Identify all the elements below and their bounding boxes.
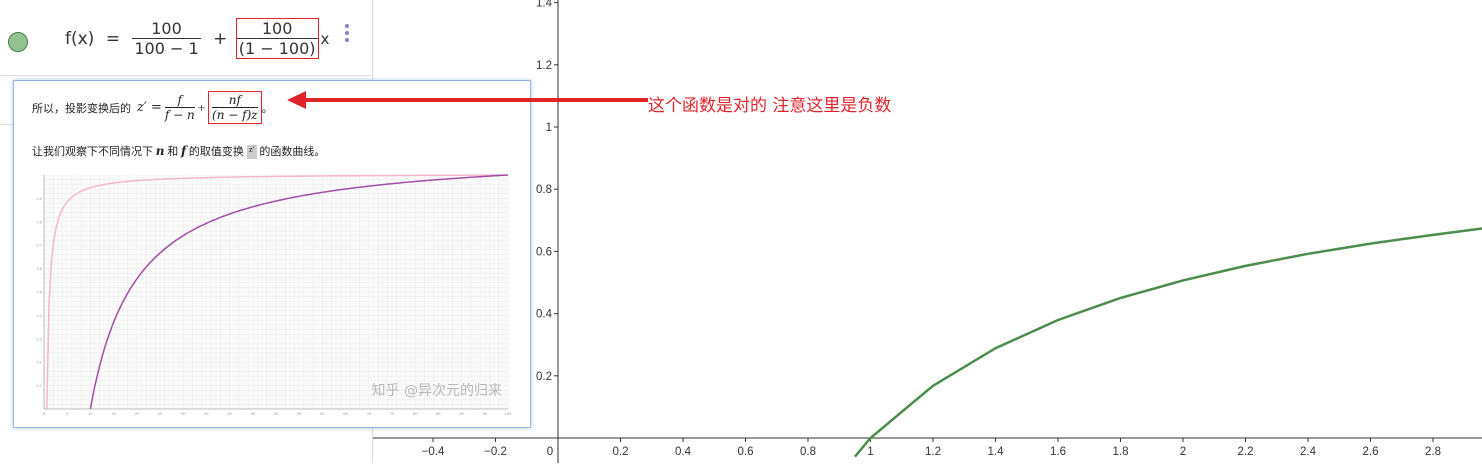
x-tick-label: 0 (547, 446, 553, 458)
equals-sign: = (105, 28, 120, 49)
algebra-row-f[interactable]: f(x) = 100 100 − 1 + 100 (1 − 100) x (0, 0, 372, 76)
popup-x-tick: 50 (274, 411, 279, 415)
popup-x-tick: 35 (204, 411, 209, 415)
popup-line1-prefix: 所以，投影变换后的 (32, 102, 131, 115)
popup-x-tick: 95 (483, 411, 488, 415)
popup-x-tick: 85 (436, 411, 441, 415)
popup-x-tick: 30 (181, 411, 186, 415)
popup-x-tick: 80 (413, 411, 418, 415)
function-curve (853, 227, 1482, 458)
popup-x-tick: 70 (367, 411, 372, 415)
popup-z-icon: z′ (246, 145, 257, 160)
fraction-1-denominator: 100 − 1 (132, 38, 201, 58)
fraction-1: 100 100 − 1 (132, 19, 201, 58)
popup-fraction-b: nf (n − f)z (212, 93, 258, 122)
fraction-1-numerator: 100 (151, 19, 182, 38)
x-tick-label: −0.4 (422, 446, 445, 458)
x-tick-label: 1 (867, 446, 873, 458)
y-tick-label: 1.2 (536, 60, 552, 72)
y-tick-label: 0.4 (536, 309, 553, 321)
more-options-icon[interactable] (344, 24, 350, 42)
popup-x-tick: 15 (111, 411, 116, 415)
popup-x-tick: 55 (297, 411, 302, 415)
popup-line2-c: 的函数曲线。 (259, 146, 326, 158)
popup-fraction-a-den: f − n (164, 107, 195, 122)
fraction-2-numerator: 100 (261, 19, 293, 38)
popup-chart: 0 5 10 15 20 25 30 35 40 45 50 55 60 65 70 75 80 85 90 95 10… (36, 174, 512, 415)
x-tick-label: 0.6 (738, 446, 754, 458)
y-tick-label: 0.6 (536, 246, 552, 258)
popup-x-tick: 0 (43, 411, 46, 415)
popup-watermark: 知乎 @异次元的归来 (372, 382, 502, 399)
function-definition[interactable]: f(x) = 100 100 − 1 + 100 (1 − 100) x (62, 18, 332, 59)
popup-x-tick: 45 (251, 411, 256, 415)
x-tick-label: 0.2 (613, 446, 629, 458)
popup-fraction-b-num: nf (228, 93, 241, 107)
popup-y-tick: 0.2 (36, 360, 42, 365)
popup-x-tick: 40 (227, 411, 232, 415)
x-tick-label: 2 (1180, 446, 1186, 458)
popup-line2-and: 和 (167, 146, 179, 158)
popup-line-2: 让我们观察下不同情况下 n 和 f 的取值变换 z′ 的函数曲线。 (32, 143, 326, 160)
x-tick-label: 0.8 (800, 446, 816, 458)
fraction-2-denominator: (1 − 100) (236, 38, 318, 58)
popup-y-tick: 0.4 (36, 313, 42, 318)
y-tick-label: 0.8 (536, 184, 552, 196)
popup-y-tick: 0.3 (36, 336, 42, 341)
popup-y-tick: 0.8 (36, 219, 42, 224)
popup-y-tick: 0.7 (36, 243, 42, 248)
plus-sign: + (213, 28, 228, 49)
popup-y-tick: 0.5 (36, 290, 42, 295)
y-tick-label: 0.2 (536, 371, 552, 383)
popup-x-tick: 100 (505, 411, 512, 415)
popup-x-tick: 25 (158, 411, 163, 415)
visibility-toggle-icon[interactable] (8, 32, 28, 52)
x-tick-label: 1.2 (925, 446, 941, 458)
popup-fraction-a-num: f (177, 93, 182, 107)
x-tick-label: 1.8 (1113, 446, 1129, 458)
popup-x-tick: 65 (343, 411, 348, 415)
popup-highlight-box: nf (n − f)z (208, 91, 262, 124)
popup-line-1: 所以，投影变换后的 z′ = f f − n + nf (n − f)z 。 (32, 91, 273, 124)
popup-x-tick: 10 (88, 411, 93, 415)
popup-z-prime: z′ = (137, 100, 162, 115)
x-tick-label: 0.4 (675, 446, 692, 458)
function-name: f(x) (65, 28, 95, 49)
x-tick-label: 2.8 (1425, 446, 1441, 458)
x-tick-label: 2.2 (1238, 446, 1254, 458)
popup-fraction-b-den: (n − f)z (212, 107, 258, 122)
popup-x-tick: 75 (390, 411, 395, 415)
x-tick-label: 2.6 (1363, 446, 1379, 458)
popup-y-tick: 0.1 (36, 383, 42, 388)
popup-plus: + (197, 99, 206, 115)
x-tick-label: 1.4 (988, 446, 1005, 458)
popup-line2-n: n (155, 144, 165, 158)
x-tick-label: 2.4 (1300, 446, 1317, 458)
highlight-box: 100 (1 − 100) (235, 18, 319, 59)
popup-line2-a: 让我们观察下不同情况下 (32, 146, 153, 158)
annotation-text: 这个函数是对的 注意这里是负数 (648, 96, 892, 116)
reference-image-popup: 所以，投影变换后的 z′ = f f − n + nf (n − f)z 。 让… (13, 80, 531, 428)
function-graph[interactable]: −0.4 −0.2 0 0.2 0.4 0.6 0.8 1 1.2 1.4 1.6 1.8 2 2.2 2.… (372, 0, 1482, 463)
variable-x: x (320, 29, 330, 48)
x-tick-label: 1.6 (1050, 446, 1066, 458)
popup-line1-end: 。 (261, 102, 273, 115)
y-tick-label: 1.4 (536, 0, 553, 10)
popup-y-tick: 0.9 (36, 196, 42, 201)
popup-x-tick: 90 (459, 411, 464, 415)
popup-line2-f: f (180, 144, 187, 158)
graphics-view[interactable]: −0.4 −0.2 0 0.2 0.4 0.6 0.8 1 1.2 1.4 1.6 1.8 2 2.2 2.… (372, 0, 1482, 463)
popup-y-tick: 0.6 (36, 266, 42, 271)
popup-fraction-a: f f − n (164, 93, 195, 122)
fraction-2: 100 (1 − 100) (236, 19, 318, 58)
popup-line2-b: 的取值变换 (188, 146, 244, 158)
popup-x-tick: 60 (320, 411, 325, 415)
popup-x-tick: 5 (66, 411, 69, 415)
y-tick-label: 1 (546, 122, 552, 134)
x-tick-label: −0.2 (484, 446, 507, 458)
popup-x-tick: 20 (135, 411, 140, 415)
